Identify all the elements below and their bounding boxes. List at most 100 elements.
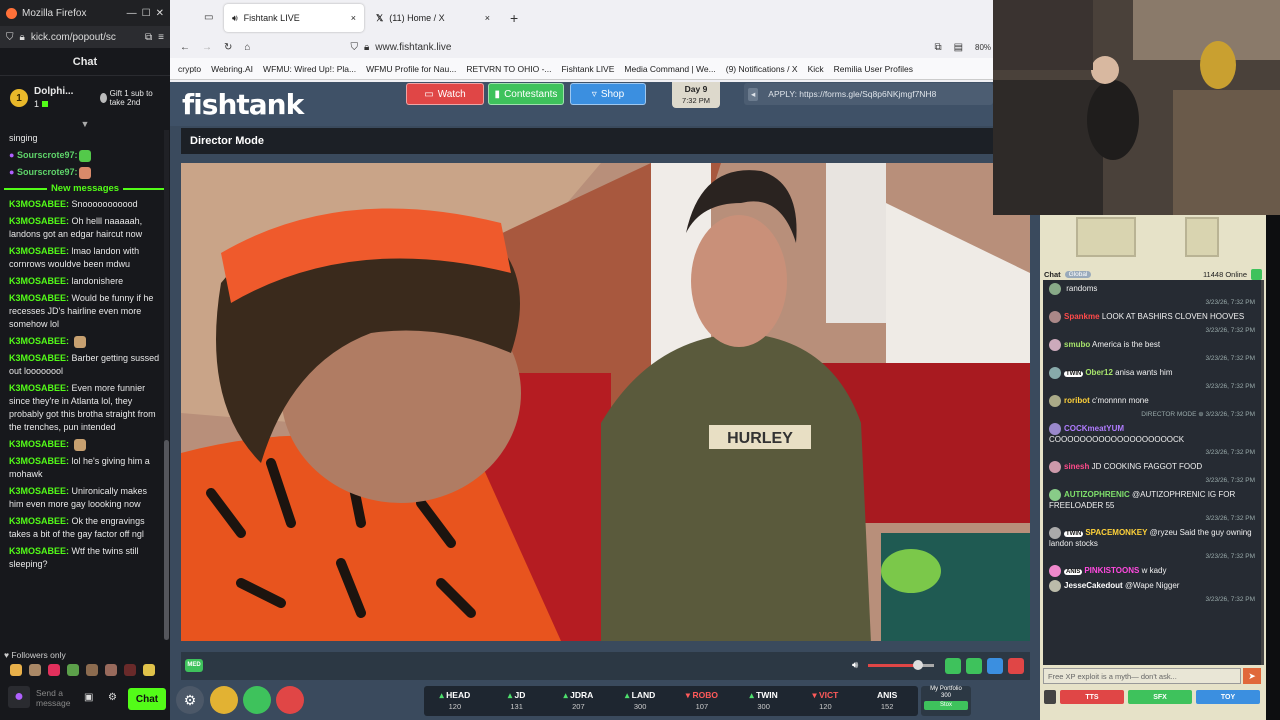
cast-button[interactable] <box>966 658 982 674</box>
contestant-chip[interactable]: ▴ JD 131 <box>486 686 548 716</box>
bookmark-item[interactable]: RETVRN TO OHIO -... <box>466 64 551 74</box>
portfolio-box[interactable]: My Portfolio 300 Stox <box>921 686 971 716</box>
contestant-chip[interactable]: ▾ VICT 120 <box>795 686 857 716</box>
contestant-chip[interactable]: ▴ HEAD 120 <box>424 686 486 716</box>
gift-sub-button[interactable]: Gift 1 sub to take 2nd <box>100 89 160 107</box>
chat-username[interactable]: sinesh <box>1064 462 1089 471</box>
chat-username[interactable]: SPACEMONKEY <box>1085 528 1147 537</box>
chat-emoji-icon[interactable] <box>1044 690 1056 704</box>
back-arrow-icon[interactable]: ◂ <box>748 87 759 101</box>
new-tab-icon[interactable]: + <box>510 10 518 26</box>
back-icon[interactable]: ← <box>180 42 190 53</box>
avatar[interactable] <box>1049 367 1061 379</box>
tts-button[interactable]: TTS <box>1060 690 1124 704</box>
live-video-feed[interactable]: HURLEY <box>181 163 1030 641</box>
fullscreen-button[interactable] <box>987 658 1003 674</box>
reload-icon[interactable]: ↻ <box>224 42 232 53</box>
chat-send-button[interactable]: ➤ <box>1243 668 1261 684</box>
close-tab-icon[interactable]: × <box>351 13 356 23</box>
send-message-input[interactable]: Send a message <box>36 688 76 708</box>
quality-badge[interactable]: MED <box>185 659 203 672</box>
bookmark-item[interactable]: Webring.AI <box>211 64 253 74</box>
record-button[interactable] <box>1008 658 1024 674</box>
avatar[interactable] <box>1049 580 1061 593</box>
avatar[interactable] <box>1049 283 1061 295</box>
watch-button[interactable]: ▭ Watch <box>406 83 484 105</box>
minimize-icon[interactable]: — <box>127 8 137 19</box>
maximize-icon[interactable]: ☐ <box>142 8 151 19</box>
library-icon[interactable]: ▤ <box>954 42 963 53</box>
home-icon[interactable]: ⌂ <box>244 42 250 53</box>
prohibit-icon[interactable] <box>276 686 304 714</box>
close-icon[interactable]: ✕ <box>156 8 164 19</box>
chat-username[interactable]: Spankme <box>1064 312 1100 321</box>
shop-button[interactable]: ▿ Shop <box>570 83 646 105</box>
contestant-chip[interactable]: ANIS 152 <box>856 686 918 716</box>
chat-username[interactable]: COCKmeatYUM <box>1064 424 1124 433</box>
apply-banner[interactable]: ◂ APPLY: https://forms.gle/Sq8p6NKjmgf7NH… <box>744 83 993 105</box>
volume-icon[interactable]: 🔊︎ <box>852 660 858 671</box>
avatar[interactable] <box>1049 311 1061 323</box>
avatar[interactable] <box>1049 565 1061 578</box>
avatar[interactable] <box>1049 423 1061 436</box>
stox-button[interactable]: Stox <box>924 701 968 710</box>
tab-list-icon[interactable]: ▭ <box>204 12 213 23</box>
settings-gear-icon[interactable]: ⚙ <box>176 686 204 714</box>
bookmark-item[interactable]: Fishtank LIVE <box>561 64 614 74</box>
volume-slider[interactable] <box>868 660 934 670</box>
chat-username[interactable]: roribot <box>1064 396 1090 405</box>
collapse-chevron-icon[interactable]: ▼ <box>0 120 170 129</box>
avatar[interactable] <box>1049 527 1061 540</box>
chat-username[interactable]: smubo <box>1064 340 1090 349</box>
contestant-chip[interactable]: ▴ TWIN 300 <box>733 686 795 716</box>
kick-scrollbar[interactable] <box>164 130 169 640</box>
audio-icon[interactable]: 🔊︎ <box>232 13 238 24</box>
tab-x[interactable]: 𝕏 (11) Home / X × <box>368 4 498 32</box>
sfx-button[interactable]: SFX <box>1128 690 1192 704</box>
bookmark-item[interactable]: crypto <box>178 64 201 74</box>
emote-bar[interactable] <box>8 664 155 676</box>
tab-fishtank[interactable]: 🔊︎ Fishtank LIVE × <box>224 4 364 32</box>
bookmark-item[interactable]: Kick <box>808 64 824 74</box>
chat-send-button[interactable]: Chat <box>128 688 166 710</box>
coins-icon[interactable] <box>210 686 238 714</box>
clip-button[interactable] <box>945 658 961 674</box>
bookmark-item[interactable]: (9) Notifications / X <box>726 64 798 74</box>
users-icon[interactable] <box>1251 268 1262 280</box>
forward-icon[interactable]: → <box>202 42 212 53</box>
chat-username[interactable]: PINKISTOONS <box>1084 566 1139 575</box>
zoom-level[interactable]: 80% <box>975 43 991 52</box>
chat-username[interactable]: Ober12 <box>1085 368 1113 377</box>
global-tab[interactable]: Global <box>1064 270 1092 278</box>
kick-url-bar[interactable]: ⛉ 🔒︎ kick.com/popout/sc ⧉ ≡ <box>0 26 170 48</box>
avatar[interactable] <box>1049 395 1061 408</box>
avatar[interactable] <box>1049 489 1061 502</box>
kick-url-text[interactable]: kick.com/popout/sc <box>31 32 116 43</box>
item-icon[interactable] <box>243 686 271 714</box>
fishtank-chat-input[interactable]: Free XP exploit is a myth— don't ask... <box>1043 668 1241 684</box>
avatar[interactable] <box>1049 339 1061 351</box>
url-field[interactable]: ⛉ 🔒︎ www.fishtank.live <box>342 37 923 57</box>
contestant-chip[interactable]: ▴ LAND 300 <box>609 686 671 716</box>
bookmark-item[interactable]: Remilia User Profiles <box>834 64 913 74</box>
chat-username[interactable]: JesseCakedout <box>1064 581 1123 590</box>
bookmark-item[interactable]: WFMU Profile for Nau... <box>366 64 456 74</box>
gift-icon[interactable]: ▣ <box>84 692 93 703</box>
settings-icon[interactable]: ⚙ <box>108 692 117 703</box>
contestants-button[interactable]: ▮ Contestants <box>488 83 564 105</box>
menu-icon[interactable]: ≡ <box>158 32 164 43</box>
mic-button[interactable]: ● <box>8 686 30 708</box>
close-tab-icon[interactable]: × <box>485 13 490 23</box>
fishtank-logo[interactable]: fishtank <box>182 88 304 121</box>
new-messages-divider[interactable]: New messages <box>0 181 170 196</box>
pip-icon[interactable]: ⧉ <box>934 42 941 53</box>
avatar[interactable] <box>1049 461 1061 474</box>
chat-scrollbar[interactable] <box>1261 280 1264 665</box>
bookmark-item[interactable]: WFMU: Wired Up!: Pla... <box>263 64 356 74</box>
toy-button[interactable]: TOY <box>1196 690 1260 704</box>
volume-knob[interactable] <box>913 660 923 670</box>
chat-username[interactable]: AUTIZOPHRENIC <box>1064 490 1130 499</box>
contestant-chip[interactable]: ▾ ROBO 107 <box>671 686 733 716</box>
contestant-chip[interactable]: ▴ JDRA 207 <box>548 686 610 716</box>
bookmark-item[interactable]: Media Command | We... <box>624 64 715 74</box>
